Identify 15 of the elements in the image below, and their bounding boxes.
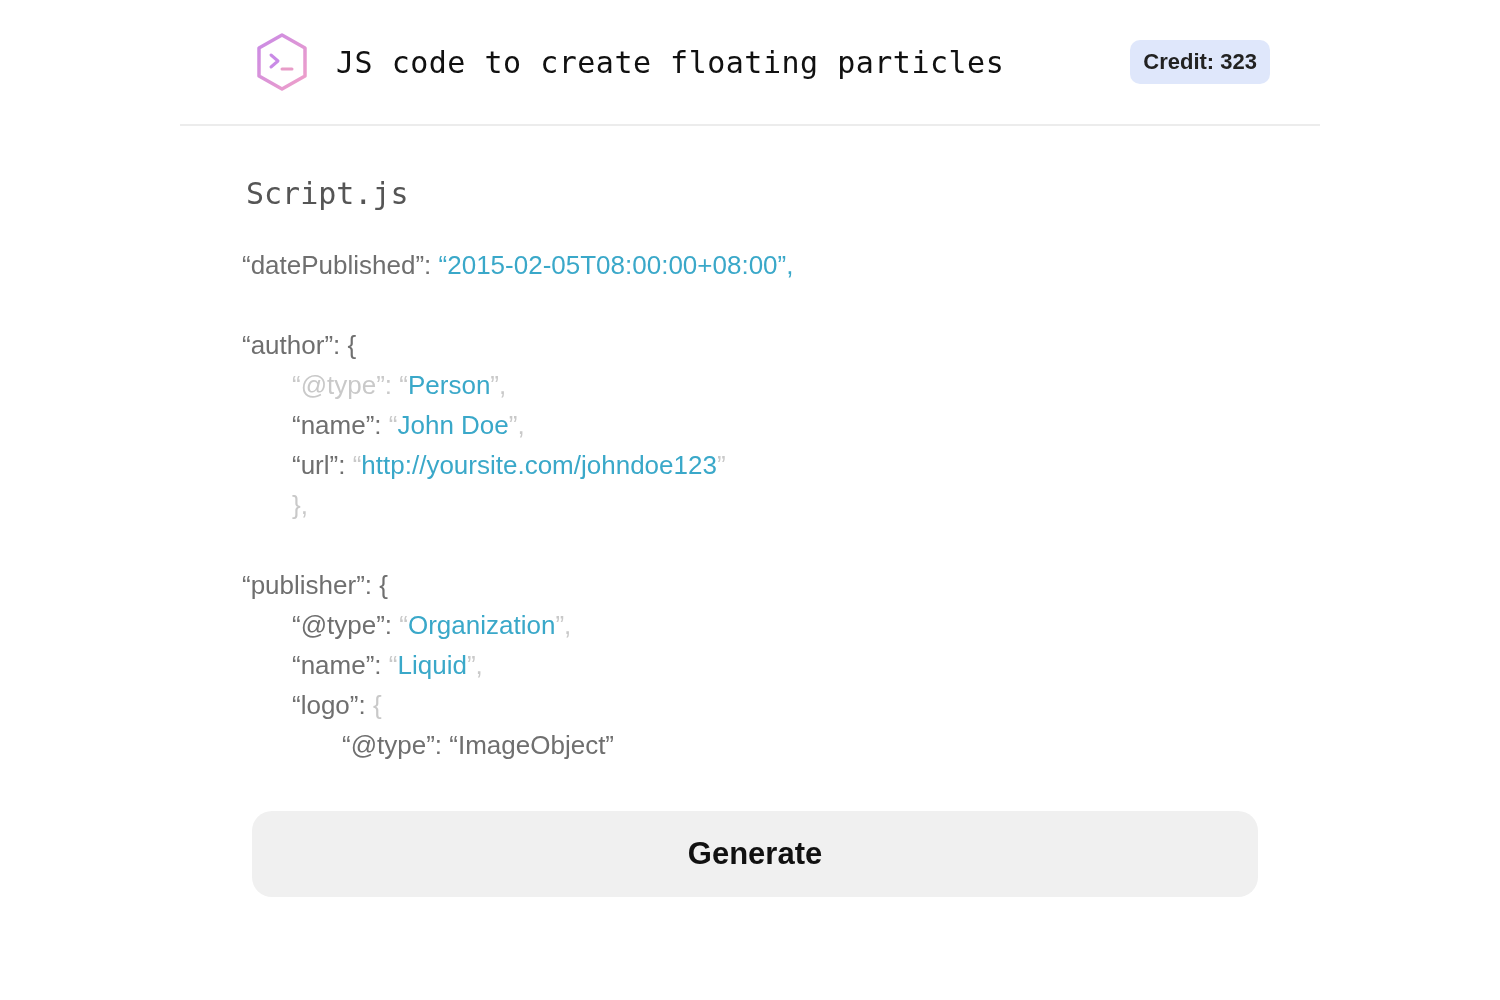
- code-line: “@type”: “Organization”,: [292, 609, 572, 642]
- terminal-icon: [254, 32, 310, 92]
- page-title: JS code to create floating particles: [336, 44, 1006, 80]
- code-line: “name”: “Liquid”,: [292, 649, 483, 682]
- code-line: “logo”: {: [292, 689, 382, 722]
- generate-button[interactable]: Generate: [252, 811, 1258, 897]
- credit-badge: Credit: 323: [1130, 40, 1270, 84]
- code-line: “author”: {: [242, 329, 357, 362]
- code-line: “url”: “http://yoursite.com/johndoe123”: [292, 449, 726, 482]
- code-line: “name”: “John Doe”,: [292, 409, 525, 442]
- code-line: “publisher”: {: [242, 569, 388, 602]
- code-line: },: [292, 489, 308, 522]
- code-line: “datePublished”: “2015-02-05T08:00:00+08:00”,: [242, 249, 794, 282]
- file-name: Script.js: [246, 176, 410, 211]
- code-line: “@type”: “ImageObject”: [342, 729, 615, 762]
